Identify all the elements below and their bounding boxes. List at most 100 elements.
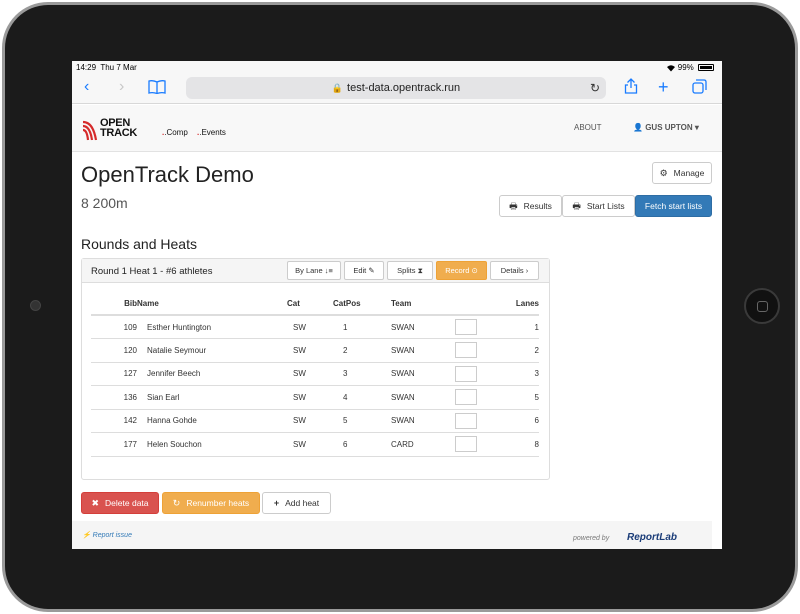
startlist-table: Bib Name Cat CatPos Team Lanes 109 Esthe… [91, 293, 539, 457]
by-lane-button[interactable]: By Lane ↓≡ [287, 261, 341, 280]
cell-cat: SW [287, 385, 333, 410]
cell-bib: 142 [91, 409, 137, 433]
table-row[interactable]: 120 Natalie Seymour SW 2 SWAN 2 [91, 338, 539, 363]
manage-button[interactable]: ⚙ Manage [652, 162, 712, 184]
col-lane-input [455, 293, 491, 316]
nav-comp-label: .Comp [164, 128, 188, 137]
logo-text: OPEN TRACK [100, 118, 137, 139]
new-tab-icon[interactable]: + [658, 78, 669, 96]
cell-team: SWAN [391, 362, 455, 386]
reportlab-logo[interactable]: ReportLab [627, 532, 677, 543]
home-button[interactable] [744, 288, 780, 324]
lane-input[interactable] [455, 342, 477, 359]
user-name: GUS UPTON [645, 123, 693, 132]
user-icon: 👤 [633, 123, 643, 132]
cell-team: SWAN [391, 409, 455, 433]
cell-bib: 127 [91, 362, 137, 386]
record-button[interactable]: Record ⊙ [436, 261, 487, 280]
user-menu[interactable]: 👤 GUS UPTON ▾ [633, 123, 699, 132]
cell-catpos: 3 [333, 362, 391, 386]
status-clock: 14:29 [76, 63, 97, 72]
cell-team: CARD [391, 432, 455, 457]
cell-catpos: 4 [333, 385, 391, 410]
lane-input[interactable] [455, 412, 477, 429]
tabs-icon[interactable] [692, 79, 707, 94]
splits-button[interactable]: Splits ⧗ [387, 261, 433, 280]
col-bib[interactable]: Bib [91, 293, 137, 316]
print-icon: 🖶 [509, 201, 518, 211]
nav-events[interactable]: ..Events [197, 128, 226, 137]
camera-icon [30, 300, 41, 311]
splits-label: Splits [397, 266, 416, 275]
lock-icon: 🔒 [331, 83, 344, 93]
cell-lane-input [455, 362, 491, 386]
cell-lane-input [455, 409, 491, 433]
table-row[interactable]: 142 Hanna Gohde SW 5 SWAN 6 [91, 409, 539, 433]
cell-lane-input [455, 338, 491, 363]
cell-catpos: 6 [333, 432, 391, 457]
col-lanes[interactable]: Lanes [491, 293, 539, 316]
cell-lane: 8 [491, 432, 539, 457]
add-heat-label: Add heat [285, 498, 320, 508]
cell-lane-input [455, 385, 491, 410]
cell-lane-input [455, 315, 491, 339]
back-icon[interactable]: ‹ [84, 79, 89, 95]
browser-chrome: 14:29 Thu 7 Mar 99% ‹ › 🔒 test-data.opent… [72, 61, 722, 104]
plus-icon: + [273, 498, 280, 508]
forward-icon[interactable]: › [119, 79, 124, 95]
heat-title: Round 1 Heat 1 - #6 athletes [91, 266, 213, 277]
status-time: 14:29 Thu 7 Mar [76, 63, 137, 72]
heat-panel-header: Round 1 Heat 1 - #6 athletes By Lane ↓≡ … [82, 259, 549, 283]
col-cat[interactable]: Cat [287, 293, 333, 316]
results-label: Results [523, 201, 552, 211]
edit-label: Edit [353, 266, 367, 275]
bookmarks-icon[interactable] [148, 80, 166, 94]
renumber-heats-button[interactable]: ↻ Renumber heats [162, 492, 260, 514]
event-subtitle: 8 200m [81, 195, 128, 211]
delete-data-button[interactable]: ✖ Delete data [81, 492, 159, 514]
cell-lane-input [455, 432, 491, 457]
by-lane-label: By Lane [295, 266, 323, 275]
opentrack-logo[interactable]: OPEN TRACK [82, 118, 152, 142]
table-header: Bib Name Cat CatPos Team Lanes [91, 293, 539, 316]
renumber-label: Renumber heats [186, 498, 250, 508]
address-bar[interactable]: 🔒 test-data.opentrack.run ↻ [186, 77, 606, 99]
share-icon[interactable] [624, 78, 638, 94]
report-issue-link[interactable]: ⚡ Report issue [82, 531, 132, 539]
lane-input[interactable] [455, 365, 477, 382]
col-catpos[interactable]: CatPos [333, 293, 391, 316]
lane-input[interactable] [455, 389, 477, 406]
page-title: OpenTrack Demo [81, 162, 254, 187]
cell-lane: 6 [491, 409, 539, 433]
powered-by: powered by [573, 535, 610, 542]
cell-bib: 177 [91, 432, 137, 457]
battery-percent: 99% [677, 63, 694, 72]
edit-button[interactable]: Edit ✎ [344, 261, 384, 280]
fetch-start-lists-button[interactable]: Fetch start lists [635, 195, 712, 217]
nav-about[interactable]: ABOUT [574, 123, 602, 132]
table-row[interactable]: 109 Esther Huntington SW 1 SWAN 1 [91, 315, 539, 339]
cell-lane: 2 [491, 338, 539, 363]
hourglass-icon: ⧗ [417, 266, 423, 275]
table-row[interactable]: 127 Jennifer Beech SW 3 SWAN 3 [91, 362, 539, 386]
lane-input[interactable] [455, 436, 477, 453]
cell-name: Jennifer Beech [137, 362, 287, 386]
cell-lane: 3 [491, 362, 539, 386]
col-name[interactable]: Name [137, 293, 287, 316]
details-button[interactable]: Details › [490, 261, 539, 280]
col-team[interactable]: Team [391, 293, 455, 316]
cell-team: SWAN [391, 338, 455, 363]
table-row[interactable]: 177 Helen Souchon SW 6 CARD 8 [91, 432, 539, 457]
start-lists-button[interactable]: 🖶 Start Lists [562, 195, 635, 217]
cell-team: SWAN [391, 315, 455, 339]
reload-icon[interactable]: ↻ [590, 77, 600, 99]
table-row[interactable]: 136 Sian Earl SW 4 SWAN 5 [91, 385, 539, 410]
chevron-right-icon: › [525, 266, 529, 275]
nav-comp[interactable]: ..Comp [162, 128, 188, 137]
start-lists-label: Start Lists [586, 201, 625, 211]
results-button[interactable]: 🖶 Results [499, 195, 562, 217]
lane-input[interactable] [455, 319, 477, 335]
section-title: Rounds and Heats [81, 236, 197, 252]
cell-cat: SW [287, 362, 333, 386]
add-heat-button[interactable]: + Add heat [262, 492, 331, 514]
